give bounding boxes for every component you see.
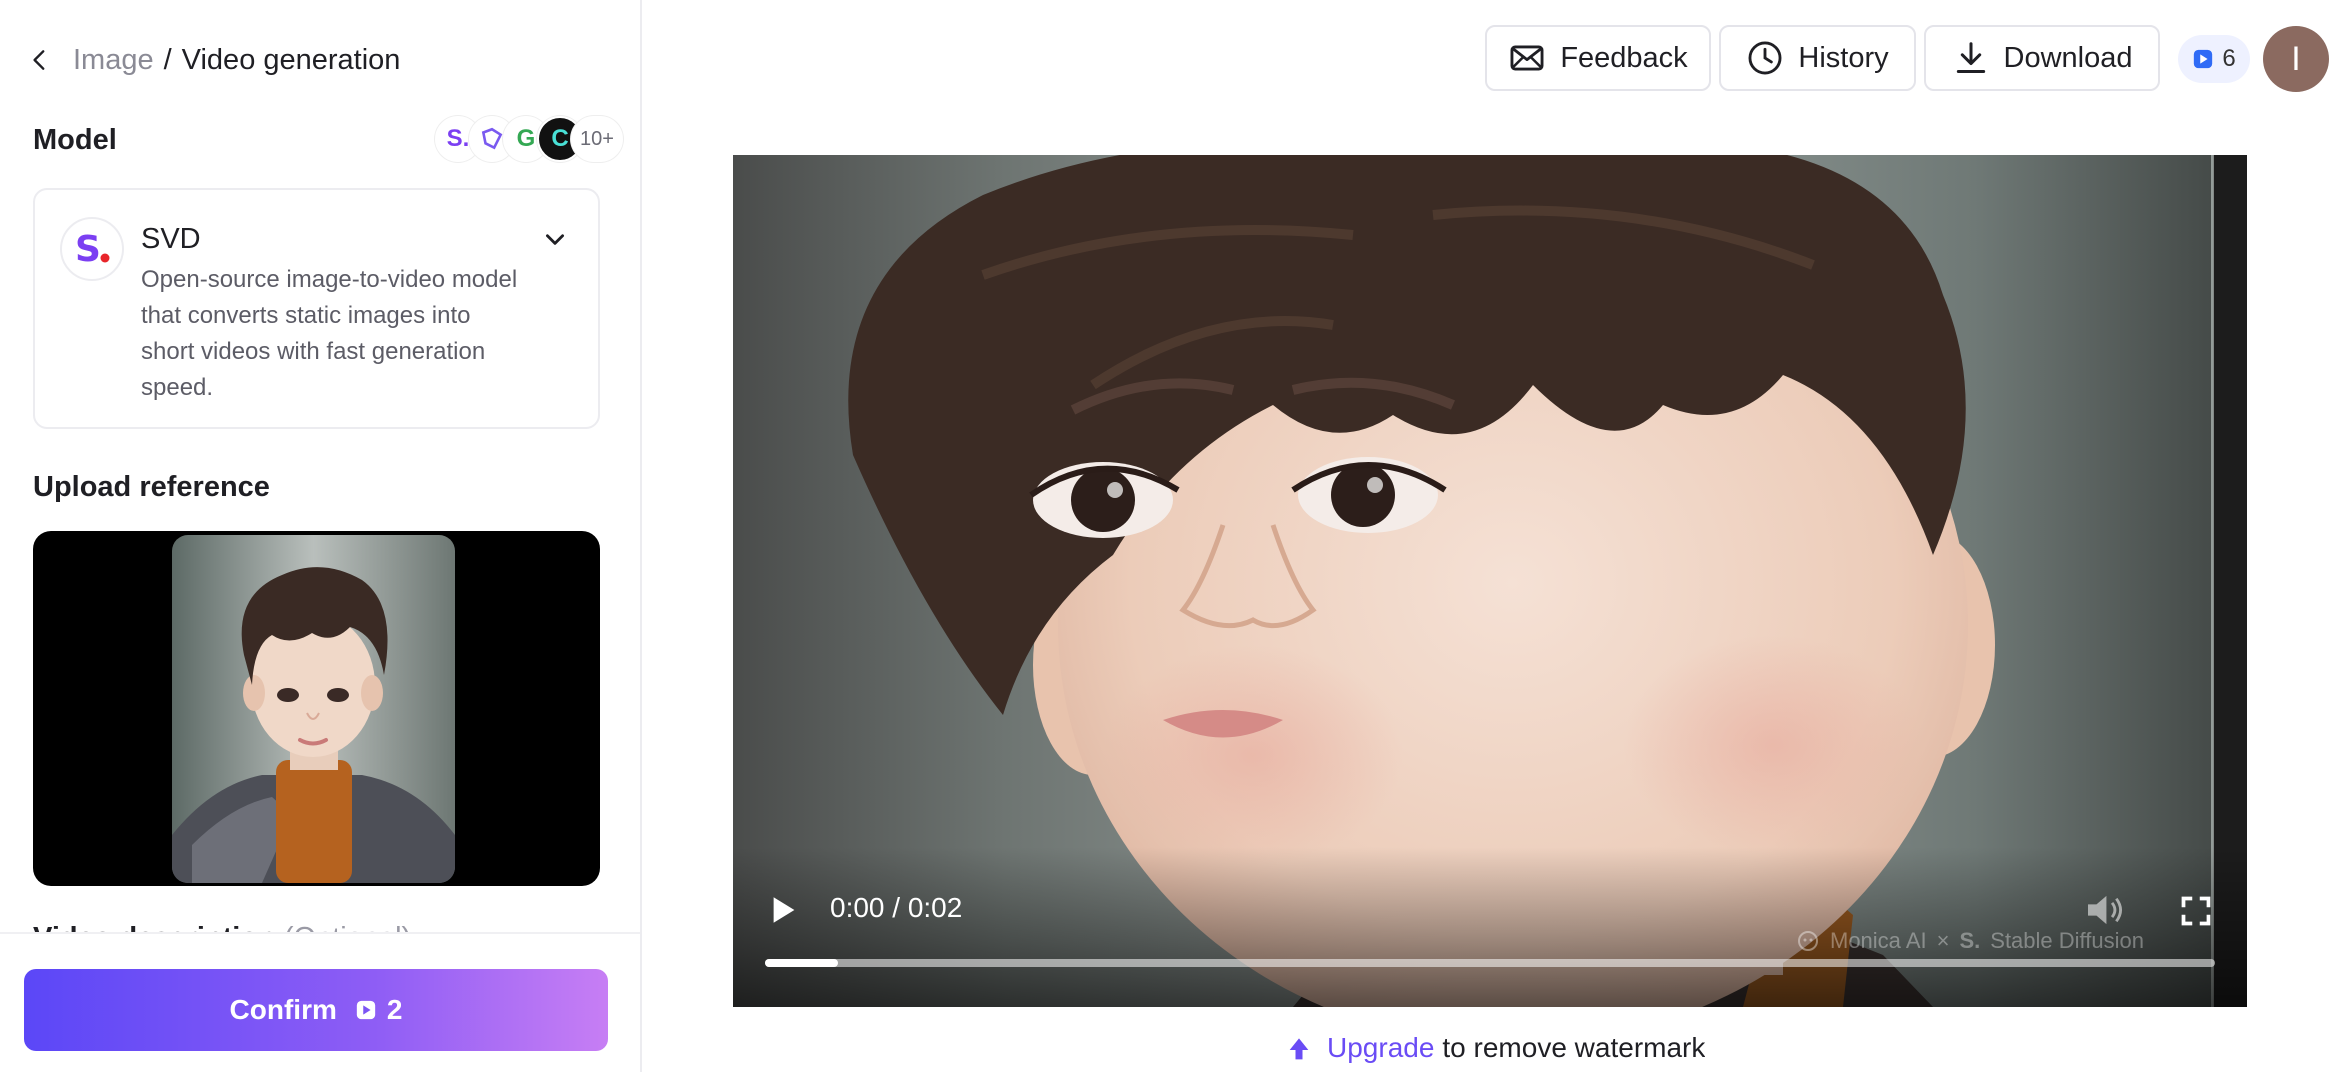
breadcrumb-separator: / (163, 43, 172, 76)
model-description: Open-source image-to-video model that co… (141, 266, 518, 401)
feedback-label: Feedback (1560, 41, 1688, 74)
confirm-button[interactable]: Confirm 2 (24, 969, 608, 1051)
download-label: Download (2003, 41, 2133, 74)
model-section-label: Model (33, 124, 117, 156)
credit-count: 6 (2222, 45, 2236, 72)
credit-icon (356, 1000, 376, 1020)
model-selector[interactable]: S SVD Open-source image-to-video model t… (33, 188, 600, 429)
svd-logo-icon: S (60, 217, 124, 281)
history-label: History (1798, 41, 1889, 74)
monica-logo-icon (1798, 931, 1818, 951)
breadcrumb-image-link[interactable]: Image (73, 44, 154, 77)
download-icon (1956, 42, 1985, 73)
upgrade-icon (1289, 1038, 1309, 1060)
video-controls-overlay (733, 847, 2247, 1007)
upload-reference-dropzone[interactable] (33, 531, 600, 886)
credit-balance-badge[interactable]: 6 (2178, 35, 2250, 83)
confirm-label: Confirm (229, 994, 337, 1025)
upgrade-link[interactable]: Upgrade (1327, 1032, 1434, 1064)
confirm-bar: Confirm 2 (0, 932, 640, 1072)
video-progress-bar[interactable] (765, 959, 2215, 967)
settings-panel: Image / Video generation Model S. G C 10… (0, 0, 642, 1072)
watermark: Monica AI × S. Stable Diffusion (1796, 928, 2144, 954)
svg-text:S: S (75, 229, 101, 270)
fullscreen-icon[interactable] (2181, 896, 2211, 926)
download-button[interactable]: Download (1924, 25, 2160, 91)
upgrade-text: to remove watermark (1442, 1032, 1706, 1063)
clock-icon (1748, 41, 1782, 75)
feedback-button[interactable]: Feedback (1485, 25, 1711, 91)
mail-icon (1510, 45, 1544, 71)
video-time: 0:00 / 0:02 (830, 892, 963, 923)
confirm-credits: 2 (386, 994, 403, 1025)
user-avatar[interactable]: I (2263, 26, 2329, 92)
breadcrumb: Image / Video generation (27, 40, 400, 80)
model-logos-group[interactable]: S. G C 10+ (435, 115, 623, 163)
breadcrumb-current: Video generation (181, 43, 401, 76)
credit-icon (2194, 49, 2213, 69)
upload-reference-label: Upload reference (33, 471, 270, 503)
play-icon[interactable] (770, 895, 798, 925)
history-button[interactable]: History (1719, 25, 1916, 91)
chevron-left-icon[interactable] (27, 47, 53, 73)
video-player[interactable]: 0:00 / 0:02 Monica AI × S. Stable Diffus… (733, 155, 2247, 1007)
volume-icon[interactable] (2085, 893, 2125, 927)
chevron-down-icon[interactable] (542, 226, 568, 252)
stable-diffusion-logo-icon: S. (1959, 928, 1981, 953)
video-progress-fill (765, 959, 838, 967)
app-root: Image / Video generation Model S. G C 10… (0, 0, 2339, 1072)
upgrade-notice: Upgrade to remove watermark (1285, 1032, 1705, 1072)
reference-image (172, 535, 455, 883)
model-name: SVD (141, 223, 201, 255)
more-models-count: 10+ (571, 116, 623, 162)
